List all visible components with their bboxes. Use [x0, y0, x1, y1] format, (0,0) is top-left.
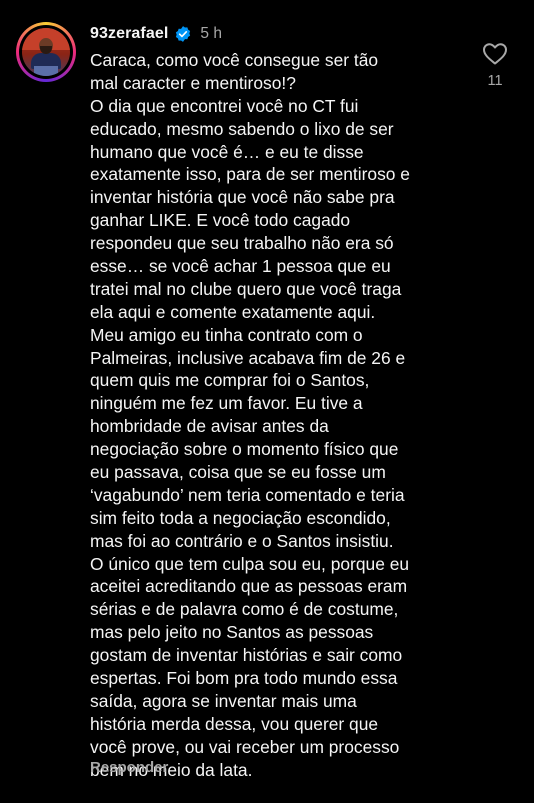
comment-line: humano que você é… e eu te disse — [90, 141, 364, 162]
comment-line: mal caracter e mentiroso!? — [90, 72, 296, 93]
like-count: 11 — [487, 73, 503, 89]
timestamp: 5 h — [200, 25, 222, 42]
comment-line: história merda dessa, vou querer que — [90, 713, 379, 734]
reply-button[interactable]: Responder — [90, 759, 168, 776]
comment-line: sim feito toda a negociação escondido, — [90, 507, 391, 528]
comment-line: Meu amigo eu tinha contrato com o — [90, 324, 363, 345]
comment-header: 93zerafael 5 h — [90, 24, 222, 44]
comment-line: eu passava, coisa que se eu fosse um — [90, 462, 386, 483]
comment-line: exatamente isso, para de ser mentiroso e — [90, 164, 410, 185]
comment-line: sérias e de palavra como é de costume, — [90, 599, 399, 620]
comment-line: saída, agora se inventar mais uma — [90, 690, 357, 711]
comment-line: aceitei acreditando que as pessoas eram — [90, 576, 408, 597]
comment-line: educado, mesmo sabendo o lixo de ser — [90, 118, 394, 139]
comment: 93zerafael 5 h Caraca, como você consegu… — [0, 0, 534, 803]
comment-line: respondeu que seu trabalho não era só — [90, 233, 394, 254]
comment-line: ‘vagabundo’ nem teria comentado e teria — [90, 484, 405, 505]
avatar-image — [22, 28, 70, 76]
comment-line: tratei mal no clube quero que você traga — [90, 278, 402, 299]
comment-line: você prove, ou vai receber um processo — [90, 736, 400, 757]
comment-line: Palmeiras, inclusive acabava fim de 26 e — [90, 347, 406, 368]
verified-badge-icon — [174, 25, 192, 43]
comment-line: ganhar LIKE. E você todo cagado — [90, 210, 351, 231]
comment-line: quem quis me comprar foi o Santos, — [90, 370, 370, 391]
comment-line: mas pelo jeito no Santos as pessoas — [90, 622, 374, 643]
comment-line: O único que tem culpa sou eu, porque eu — [90, 553, 410, 574]
comment-line: inventar história que você não sabe pra — [90, 187, 395, 208]
username[interactable]: 93zerafael — [90, 25, 168, 43]
comment-line: gostam de inventar histórias e sair como — [90, 645, 403, 666]
comment-line: esse… se você achar 1 pessoa que eu — [90, 256, 391, 277]
comment-line: negociação sobre o momento físico que — [90, 439, 399, 460]
comment-line: hombridade de avisar antes da — [90, 416, 329, 437]
comment-line: espertas. Foi bom pra todo mundo essa — [90, 668, 398, 689]
comment-line: ninguém me fez um favor. Eu tive a — [90, 393, 363, 414]
heart-outline-icon[interactable] — [482, 42, 508, 66]
avatar[interactable] — [16, 22, 76, 82]
comment-line: Caraca, como você consegue ser tão — [90, 50, 379, 70]
comment-text: Caraca, como você consegue ser tão mal ca… — [90, 49, 490, 782]
comment-line: ela aqui e comente exatamente aqui. — [90, 301, 376, 322]
comment-line: O dia que encontrei você no CT fui — [90, 95, 359, 116]
comment-line: mas foi ao contrário e o Santos insistiu… — [90, 530, 394, 551]
